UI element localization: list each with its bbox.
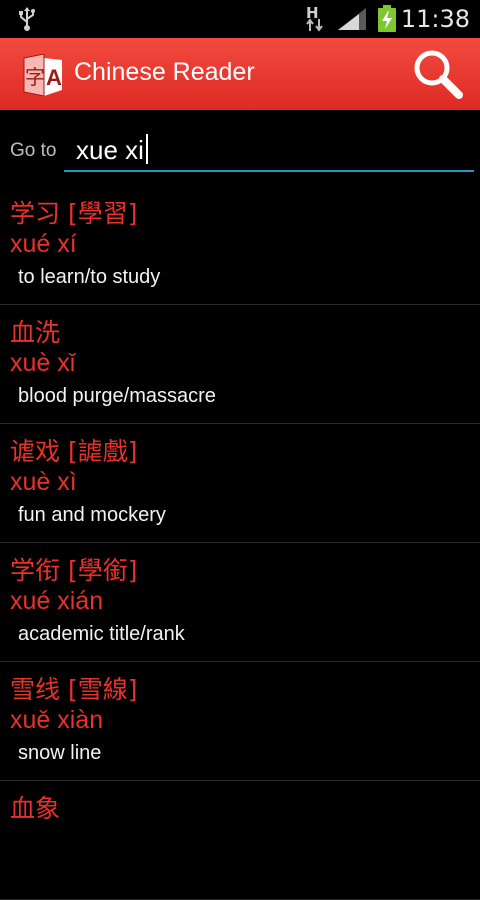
result-meaning: academic title/rank (18, 623, 185, 645)
list-item[interactable]: 学习 [學習] xué xí to learn/to study (0, 186, 480, 305)
list-item[interactable]: 谑戏 [謔戲] xuè xì fun and mockery (0, 424, 480, 543)
result-hanzi: 血象 (10, 794, 61, 823)
result-pinyin: xué xí (10, 230, 77, 258)
text-caret (146, 134, 148, 164)
list-item[interactable]: 雪线 [雪線] xuě xiàn snow line (0, 662, 480, 781)
logo-latin: A (46, 65, 62, 90)
result-meaning: to learn/to study (18, 266, 161, 288)
goto-input[interactable] (64, 130, 474, 172)
app-title: Chinese Reader (74, 58, 255, 86)
battery-charging-icon (378, 5, 396, 32)
result-pinyin: xué xián (10, 587, 104, 615)
result-meaning: snow line (18, 742, 102, 764)
result-meaning: fun and mockery (18, 504, 166, 526)
result-hanzi: 血洗 (10, 318, 61, 347)
signal-strength-icon (338, 8, 366, 30)
goto-label: Go to (10, 140, 57, 161)
result-hanzi: 雪线 [雪線] (10, 675, 138, 704)
result-pinyin: xuè xǐ (10, 349, 76, 377)
result-pinyin: xuě xiàn (10, 706, 104, 734)
search-icon[interactable] (410, 46, 466, 102)
app-logo-icon[interactable]: 字 A (22, 54, 64, 96)
list-item[interactable]: 学衔 [學銜] xué xián academic title/rank (0, 543, 480, 662)
usb-icon (19, 7, 35, 31)
result-hanzi: 谑戏 [謔戲] (10, 437, 138, 466)
clock: 11:38 (400, 5, 470, 33)
result-meaning: blood purge/massacre (18, 385, 216, 407)
data-activity-icon (306, 18, 323, 32)
result-hanzi: 学衔 [學銜] (10, 556, 138, 585)
status-bar: H 11:38 (0, 0, 480, 38)
goto-row: Go to (0, 110, 480, 186)
logo-hanzi: 字 (25, 65, 45, 89)
list-item[interactable]: 血洗 xuè xǐ blood purge/massacre (0, 305, 480, 424)
result-pinyin: xuè xì (10, 468, 77, 496)
result-hanzi: 学习 [學習] (10, 199, 138, 228)
action-bar: 字 A Chinese Reader (0, 38, 480, 110)
list-item[interactable]: 血象 (0, 781, 480, 900)
results-list: 学习 [學習] xué xí to learn/to study 血洗 xuè … (0, 186, 480, 900)
